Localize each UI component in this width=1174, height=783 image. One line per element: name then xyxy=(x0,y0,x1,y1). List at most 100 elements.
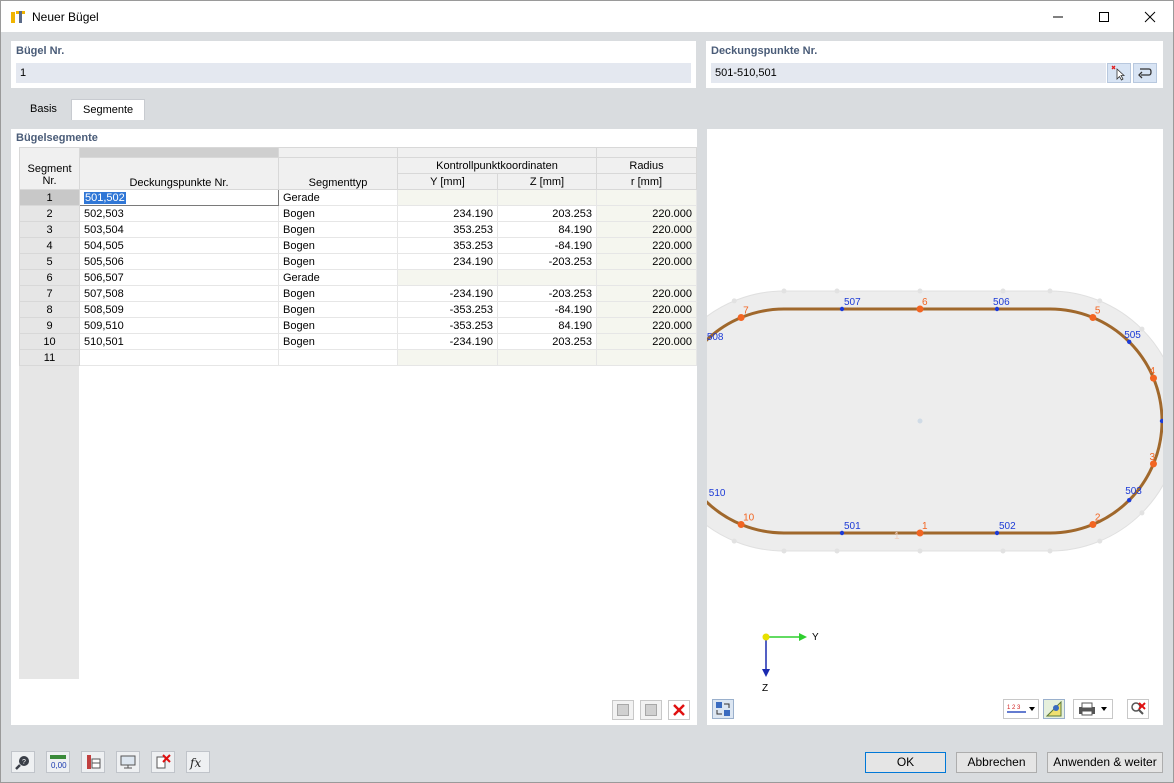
z-coordinate-cell[interactable] xyxy=(497,349,597,366)
header-band-4 xyxy=(596,147,697,158)
segment-type-cell[interactable]: Bogen xyxy=(278,205,398,222)
pick-cover-points-button[interactable] xyxy=(1107,63,1131,83)
y-coordinate-cell[interactable]: -353.253 xyxy=(397,317,498,334)
y-coordinate-cell[interactable] xyxy=(397,189,498,206)
segment-type-cell[interactable]: Bogen xyxy=(278,253,398,270)
radius-cell[interactable]: 220.000 xyxy=(596,333,697,350)
cover-points-cell[interactable]: 501,502 xyxy=(79,189,279,206)
section-vertex xyxy=(834,548,840,554)
y-coordinate-cell[interactable]: 353.253 xyxy=(397,237,498,254)
z-coordinate-cell[interactable]: -203.253 xyxy=(497,253,597,270)
y-coordinate-cell[interactable] xyxy=(397,349,498,366)
segment-type-cell[interactable]: Bogen xyxy=(278,301,398,318)
segment-type-cell[interactable]: Gerade xyxy=(278,269,398,286)
radius-cell[interactable]: 220.000 xyxy=(596,237,697,254)
cover-points-cell[interactable] xyxy=(79,349,279,366)
cancel-button[interactable]: Abbrechen xyxy=(956,752,1037,773)
table-tool-button-1[interactable] xyxy=(612,700,634,720)
segment-marker-label: 4 xyxy=(1149,366,1155,377)
y-coordinate-cell[interactable]: 234.190 xyxy=(397,205,498,222)
cover-points-cell[interactable]: 502,503 xyxy=(79,205,279,222)
y-coordinate-cell[interactable]: 353.253 xyxy=(397,221,498,238)
y-coordinate-cell[interactable]: 234.190 xyxy=(397,253,498,270)
radius-cell[interactable]: 220.000 xyxy=(596,221,697,238)
radius-cell[interactable]: 220.000 xyxy=(596,253,697,270)
table-row[interactable]: 8 508,509 Bogen -353.253 -84.190 220.000 xyxy=(19,301,697,318)
segment-type-cell[interactable]: Bogen xyxy=(278,317,398,334)
z-coordinate-cell[interactable] xyxy=(497,269,597,286)
cover-points-cell[interactable]: 510,501 xyxy=(79,333,279,350)
z-coordinate-cell[interactable]: 84.190 xyxy=(497,317,597,334)
cover-point-marker[interactable] xyxy=(1126,497,1132,503)
segment-type-cell[interactable]: Bogen xyxy=(278,333,398,350)
units-button[interactable]: 0,00 xyxy=(46,751,70,773)
radius-cell[interactable] xyxy=(596,189,697,206)
z-coordinate-cell[interactable]: 203.253 xyxy=(497,333,597,350)
table-row[interactable]: 4 504,505 Bogen 353.253 -84.190 220.000 xyxy=(19,237,697,254)
segment-type-cell[interactable]: Gerade xyxy=(278,189,398,206)
z-coordinate-cell[interactable] xyxy=(497,189,597,206)
cover-points-cell[interactable]: 505,506 xyxy=(79,253,279,270)
segment-type-cell[interactable]: Bogen xyxy=(278,285,398,302)
display-settings-icon xyxy=(1046,701,1062,717)
delete-row-button[interactable] xyxy=(668,700,690,720)
apply-next-button[interactable]: Anwenden & weiter xyxy=(1047,752,1163,773)
table-row[interactable]: 5 505,506 Bogen 234.190 -203.253 220.000 xyxy=(19,253,697,270)
close-button[interactable] xyxy=(1127,1,1173,32)
minimize-button[interactable] xyxy=(1035,1,1081,32)
radius-cell[interactable]: 220.000 xyxy=(596,301,697,318)
z-coordinate-cell[interactable]: -84.190 xyxy=(497,301,597,318)
clear-view-button[interactable] xyxy=(1127,699,1149,719)
z-coordinate-cell[interactable]: -84.190 xyxy=(497,237,597,254)
radius-cell[interactable]: 220.000 xyxy=(596,317,697,334)
cover-points-cell[interactable]: 509,510 xyxy=(79,317,279,334)
table-row[interactable]: 7 507,508 Bogen -234.190 -203.253 220.000 xyxy=(19,285,697,302)
display-settings-button[interactable] xyxy=(1043,699,1065,719)
cover-points-cell[interactable]: 506,507 xyxy=(79,269,279,286)
y-coordinate-cell[interactable]: -353.253 xyxy=(397,301,498,318)
radius-cell[interactable] xyxy=(596,269,697,286)
y-coordinate-cell[interactable]: -234.190 xyxy=(397,285,498,302)
ok-button[interactable]: OK xyxy=(865,752,946,773)
tab-segmente[interactable]: Segmente xyxy=(71,99,146,121)
table-row[interactable]: 1 501,502 Gerade xyxy=(19,189,697,206)
coordinate-axes: Y Z xyxy=(762,632,819,694)
z-coordinate-cell[interactable]: 203.253 xyxy=(497,205,597,222)
y-coordinate-cell[interactable]: -234.190 xyxy=(397,333,498,350)
segment-type-cell[interactable]: Bogen xyxy=(278,237,398,254)
segment-type-cell[interactable] xyxy=(278,349,398,366)
print-dropdown-button[interactable] xyxy=(1073,699,1113,719)
radius-cell[interactable]: 220.000 xyxy=(596,285,697,302)
help-button[interactable]: ? xyxy=(11,751,35,773)
cover-points-cell[interactable]: 507,508 xyxy=(79,285,279,302)
info-button[interactable] xyxy=(81,751,105,773)
table-row[interactable]: 6 506,507 Gerade xyxy=(19,269,697,286)
view-button[interactable] xyxy=(116,751,140,773)
view-options-button[interactable] xyxy=(712,699,734,719)
cover-points-field[interactable]: 501-510,501 xyxy=(711,63,1106,83)
numbering-dropdown-button[interactable]: 1 2 3 xyxy=(1003,699,1039,719)
formula-button[interactable]: fx xyxy=(186,751,210,773)
header-y: Y [mm] xyxy=(397,173,498,190)
y-coordinate-cell[interactable] xyxy=(397,269,498,286)
stirrup-number-field[interactable]: 1 xyxy=(16,63,691,83)
delete-object-button[interactable] xyxy=(151,751,175,773)
table-row[interactable]: 3 503,504 Bogen 353.253 84.190 220.000 xyxy=(19,221,697,238)
radius-cell[interactable] xyxy=(596,349,697,366)
table-tool-button-2[interactable] xyxy=(640,700,662,720)
table-row[interactable]: 9 509,510 Bogen -353.253 84.190 220.000 xyxy=(19,317,697,334)
cover-points-cell[interactable]: 508,509 xyxy=(79,301,279,318)
table-row[interactable]: 10 510,501 Bogen -234.190 203.253 220.000 xyxy=(19,333,697,350)
table-row[interactable]: 2 502,503 Bogen 234.190 203.253 220.000 xyxy=(19,205,697,222)
z-coordinate-cell[interactable]: 84.190 xyxy=(497,221,597,238)
segment-type-cell[interactable]: Bogen xyxy=(278,221,398,238)
radius-cell[interactable]: 220.000 xyxy=(596,205,697,222)
z-coordinate-cell[interactable]: -203.253 xyxy=(497,285,597,302)
tab-basis[interactable]: Basis xyxy=(19,99,68,121)
cover-points-cell[interactable]: 504,505 xyxy=(79,237,279,254)
row-number-cell: 11 xyxy=(19,349,80,366)
maximize-button[interactable] xyxy=(1081,1,1127,32)
reverse-order-button[interactable] xyxy=(1133,63,1157,83)
table-row[interactable]: 11 xyxy=(19,349,697,366)
cover-points-cell[interactable]: 503,504 xyxy=(79,221,279,238)
